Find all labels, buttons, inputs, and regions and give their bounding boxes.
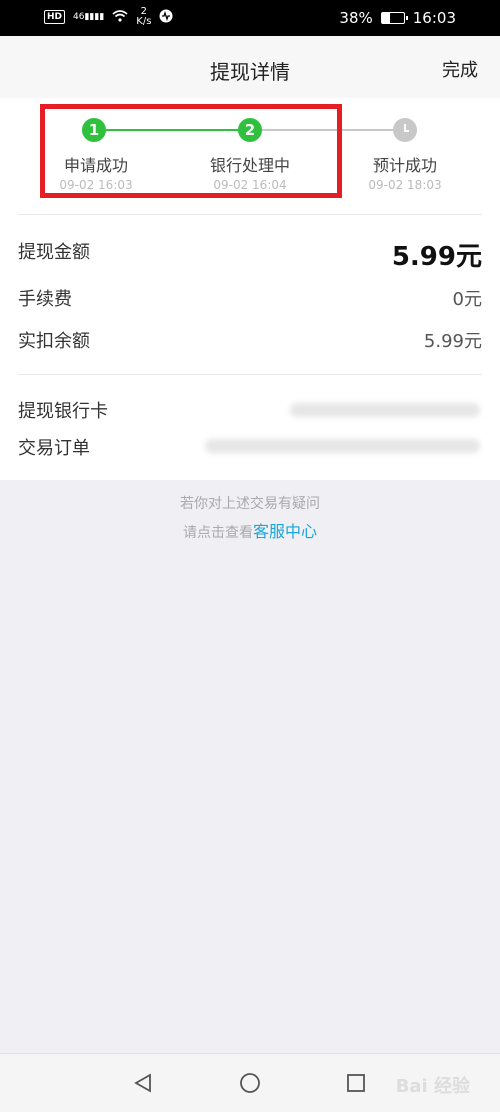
amount-label: 提现金额 [18,242,90,263]
fee-label: 手续费 [18,289,72,310]
help-line-1: 若你对上述交易有疑问 [180,496,320,512]
customer-service-link[interactable]: 客服中心 [253,522,317,541]
battery-percent: 38% [339,9,373,27]
cellular-signal-icon: 46▮▮▮▮ [73,12,105,22]
help-prefix: 请点击查看 [182,525,253,541]
hd-icon: HD [44,10,66,24]
divider [18,214,482,215]
baidu-watermark: Bai 经验 [395,1076,470,1097]
order-label: 交易订单 [18,438,90,459]
red-highlight-box [40,104,342,198]
fee-value: 0元 [452,289,482,310]
system-navigation-bar: Bai 经验 [0,1053,500,1112]
step-3-label: 预计成功 [372,156,437,175]
recents-square-icon[interactable] [345,1072,367,1094]
clock-icon [393,118,417,142]
navigation-bar: 提现详情 完成 [0,36,500,98]
withdraw-detail-card: 1 2 申请成功 银行处理中 预计成功 09-02 16:03 09-02 16… [0,98,500,480]
battery-level [381,13,391,23]
status-bar: HD 46▮▮▮▮ 2 K/s 38% 16:03 [0,0,500,36]
step-3-time: 09-02 18:03 [368,178,442,192]
status-left: HD 46▮▮▮▮ 2 K/s [44,7,173,27]
order-value-blurred [205,439,480,453]
deducted-label: 实扣余额 [18,331,90,352]
network-speed: 2 K/s [136,6,152,27]
wifi-icon [112,9,128,25]
clock: 16:03 [412,9,456,27]
help-line-2: 请点击查看客服中心 [0,518,500,542]
status-right: 38% 16:03 [339,9,456,27]
bank-card-label: 提现银行卡 [18,401,108,422]
home-circle-icon[interactable] [239,1072,261,1094]
bank-card-value-blurred [290,403,480,417]
divider [18,374,482,375]
deducted-value: 5.99元 [423,331,482,352]
done-button[interactable]: 完成 [442,56,478,82]
page-title: 提现详情 [210,60,290,84]
progress-steps: 1 2 申请成功 银行处理中 预计成功 09-02 16:03 09-02 16… [0,98,500,213]
amount-value: 5.99元 [391,242,482,272]
app-notification-icon [159,9,173,26]
back-triangle-icon[interactable] [132,1072,154,1094]
battery-icon [380,12,408,24]
